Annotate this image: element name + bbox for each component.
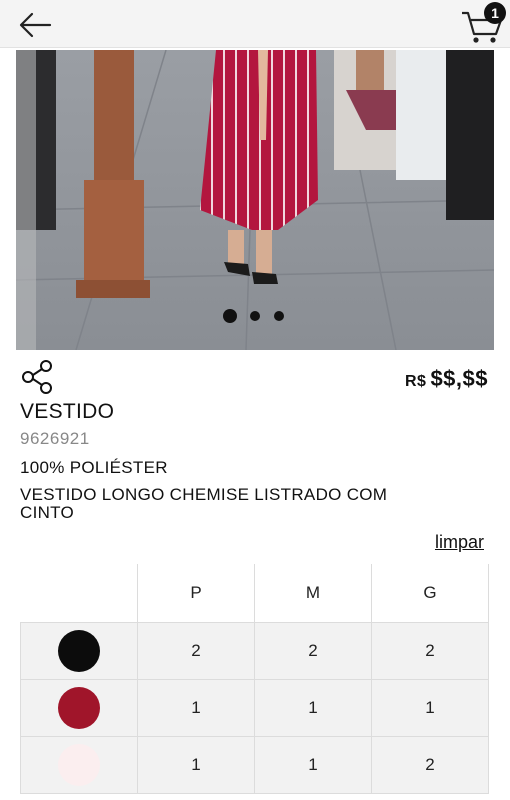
- product-image-carousel[interactable]: [16, 50, 494, 350]
- color-swatch-red[interactable]: [58, 686, 100, 729]
- product-name: VESTIDO: [20, 400, 115, 423]
- grid-corner-cell: [20, 564, 138, 623]
- quantity-cell[interactable]: 1: [254, 735, 372, 794]
- color-cell: [20, 735, 138, 794]
- product-material: 100% POLIÉSTER: [20, 458, 168, 477]
- quantity-cell[interactable]: 1: [137, 735, 255, 794]
- quantity-cell[interactable]: 1: [254, 678, 372, 737]
- grid-row-pink: 1 1 2: [20, 735, 489, 794]
- size-header-p: P: [137, 564, 255, 623]
- quantity-cell[interactable]: 2: [137, 621, 255, 680]
- top-app-bar: 1: [0, 0, 510, 48]
- quantity-cell[interactable]: 2: [254, 621, 372, 680]
- size-header-m: M: [254, 564, 372, 623]
- carousel-dot[interactable]: [250, 311, 260, 321]
- back-button[interactable]: [16, 8, 56, 40]
- carousel-dot-active[interactable]: [223, 309, 237, 323]
- product-sku: 9626921: [20, 429, 90, 448]
- color-swatch-light-pink[interactable]: [58, 743, 100, 786]
- price-value: $$,$$: [430, 366, 488, 391]
- share-icon: [22, 360, 52, 394]
- carousel-dot[interactable]: [274, 311, 284, 321]
- quantity-cell[interactable]: 1: [137, 678, 255, 737]
- clear-selection-link[interactable]: limpar: [435, 532, 484, 553]
- grid-row-black: 2 2 2: [20, 621, 489, 680]
- product-photo: [16, 50, 494, 350]
- grid-row-red: 1 1 1: [20, 678, 489, 737]
- product-description: VESTIDO LONGO CHEMISE LISTRADO COM CINTO: [20, 485, 388, 522]
- product-price: R$ $$,$$: [405, 366, 488, 392]
- color-cell: [20, 621, 138, 680]
- share-button[interactable]: [20, 360, 54, 394]
- carousel-indicators: [0, 306, 510, 326]
- quantity-cell[interactable]: 2: [371, 621, 489, 680]
- size-header-row: P M G: [20, 564, 489, 623]
- color-swatch-black[interactable]: [58, 629, 100, 672]
- size-color-grid: P M G 2 2 2 1 1 1 1 1 2: [20, 564, 489, 794]
- quantity-cell[interactable]: 1: [371, 678, 489, 737]
- quantity-cell[interactable]: 2: [371, 735, 489, 794]
- currency-label: R$: [404, 373, 427, 390]
- size-header-g: G: [371, 564, 489, 623]
- color-cell: [20, 678, 138, 737]
- cart-count-badge: 1: [484, 2, 506, 24]
- arrow-left-icon: [19, 12, 52, 38]
